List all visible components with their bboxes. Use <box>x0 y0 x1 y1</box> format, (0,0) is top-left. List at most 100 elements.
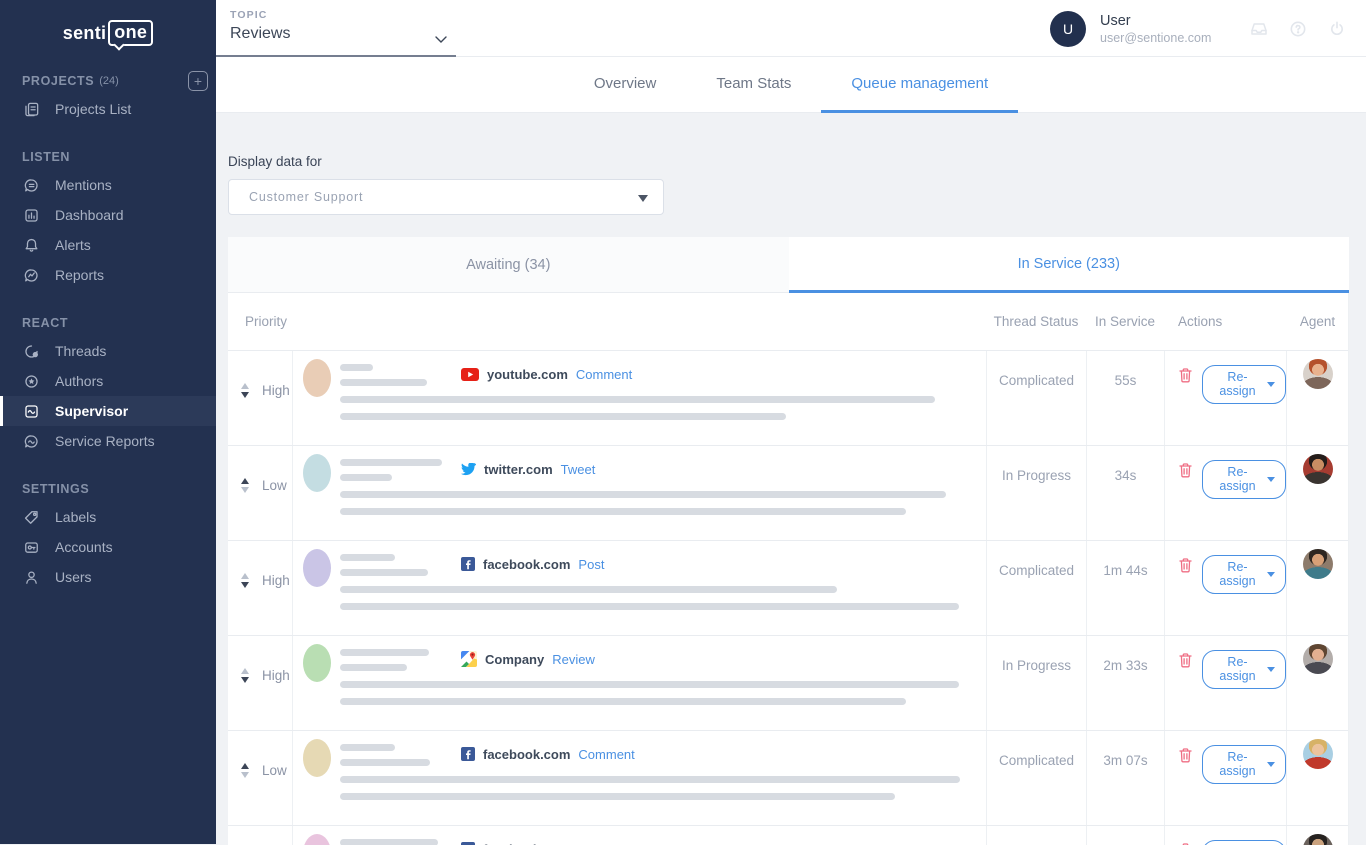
sidebar-item-label: Service Reports <box>55 433 155 449</box>
reassign-button[interactable]: Re-assign <box>1202 650 1286 689</box>
sidebar-item-accounts[interactable]: Accounts <box>0 532 216 562</box>
thread-status: In Progress <box>986 446 1086 540</box>
brand-logo-prefix: senti <box>63 23 107 44</box>
source-type-link[interactable]: Review <box>552 652 595 667</box>
user-block: U User user@sentione.com <box>1050 0 1366 57</box>
priority-up-icon[interactable] <box>241 668 249 674</box>
table-row: High youtube.com Comment <box>228 350 1348 445</box>
priority-arrows[interactable] <box>241 573 249 588</box>
reassign-label: Re-assign <box>1214 370 1261 398</box>
power-icon[interactable] <box>1328 20 1346 38</box>
projects-list-icon <box>23 101 40 118</box>
header-actions: Actions <box>1164 314 1286 329</box>
trash-icon <box>1178 367 1193 384</box>
sidebar-item-dashboard[interactable]: Dashboard <box>0 200 216 230</box>
tab-overview[interactable]: Overview <box>564 57 687 113</box>
priority-arrows[interactable] <box>241 668 249 683</box>
priority-up-icon[interactable] <box>241 478 249 484</box>
sidebar-item-label: Users <box>55 569 92 585</box>
tab-in-service[interactable]: In Service (233) <box>789 237 1350 293</box>
in-service-time <box>1086 826 1164 845</box>
priority-down-icon[interactable] <box>241 582 249 588</box>
topic-label: TOPIC <box>230 9 290 21</box>
tab-queue-management[interactable]: Queue management <box>821 57 1018 113</box>
sidebar-item-threads[interactable]: Threads <box>0 336 216 366</box>
section-label: SETTINGS <box>22 482 89 496</box>
table-row: Low twitter.com Tweet <box>228 445 1348 540</box>
reassign-button[interactable]: Re-assign <box>1202 840 1286 845</box>
team-select-value: Customer Support <box>249 190 363 204</box>
sidebar-section-react: REACT <box>0 316 216 330</box>
source-type-link[interactable]: Tweet <box>561 462 596 477</box>
tab-awaiting[interactable]: Awaiting (34) <box>228 237 789 293</box>
header-thread-status: Thread Status <box>986 314 1086 329</box>
sidebar-item-service-reports[interactable]: Service Reports <box>0 426 216 456</box>
source-type-link[interactable]: Post <box>578 842 604 845</box>
sidebar-item-alerts[interactable]: Alerts <box>0 230 216 260</box>
priority-up-icon[interactable] <box>241 383 249 389</box>
sidebar-item-reports[interactable]: Reports <box>0 260 216 290</box>
priority-arrows[interactable] <box>241 478 249 493</box>
priority-up-icon[interactable] <box>241 573 249 579</box>
brand-logo[interactable]: sentione <box>0 0 216 58</box>
team-select[interactable]: Customer Support <box>228 179 664 215</box>
agent-avatar <box>1303 644 1333 674</box>
sidebar-item-labels[interactable]: Labels <box>0 502 216 532</box>
priority-up-icon[interactable] <box>241 763 249 769</box>
delete-button[interactable] <box>1178 652 1193 672</box>
user-avatar[interactable]: U <box>1050 11 1086 47</box>
mentions-icon <box>23 177 40 194</box>
add-project-button[interactable]: + <box>188 71 208 91</box>
author-avatar <box>303 739 331 777</box>
delete-button[interactable] <box>1178 462 1193 482</box>
caret-down-icon <box>1267 667 1275 672</box>
user-email: user@sentione.com <box>1100 31 1250 45</box>
sidebar: sentione PROJECTS (24) + Projects List L… <box>0 0 216 844</box>
facebook-icon <box>461 557 475 571</box>
priority-down-icon[interactable] <box>241 487 249 493</box>
agent-avatar <box>1303 454 1333 484</box>
delete-button[interactable] <box>1178 367 1193 387</box>
sidebar-item-supervisor[interactable]: Supervisor <box>0 396 216 426</box>
reassign-button[interactable]: Re-assign <box>1202 555 1286 594</box>
priority-arrows[interactable] <box>241 763 249 778</box>
main-area: TOPIC Reviews U User user@sentione.com O… <box>216 0 1366 844</box>
content-placeholder <box>340 793 895 800</box>
section-label: PROJECTS <box>22 74 94 88</box>
sidebar-item-mentions[interactable]: Mentions <box>0 170 216 200</box>
sidebar-section-projects: PROJECTS (24) + <box>0 74 216 88</box>
reassign-button[interactable]: Re-assign <box>1202 365 1286 404</box>
caret-down-icon <box>1267 382 1275 387</box>
source-type-link[interactable]: Comment <box>576 367 632 382</box>
caret-down-icon <box>1267 477 1275 482</box>
sidebar-item-users[interactable]: Users <box>0 562 216 592</box>
help-icon[interactable] <box>1289 20 1307 38</box>
supervisor-icon <box>23 403 40 420</box>
priority-down-icon[interactable] <box>241 677 249 683</box>
dashboard-icon <box>23 207 40 224</box>
inbox-icon[interactable] <box>1250 20 1268 38</box>
source-type-link[interactable]: Post <box>578 557 604 572</box>
agent-avatar <box>1303 834 1333 845</box>
priority-down-icon[interactable] <box>241 772 249 778</box>
delete-button[interactable] <box>1178 557 1193 577</box>
reassign-button[interactable]: Re-assign <box>1202 745 1286 784</box>
queue-tabs: Awaiting (34) In Service (233) <box>228 237 1349 293</box>
priority-down-icon[interactable] <box>241 392 249 398</box>
content-placeholder <box>340 698 906 705</box>
topic-select[interactable]: TOPIC Reviews <box>230 9 290 43</box>
sidebar-item-authors[interactable]: Authors <box>0 366 216 396</box>
reassign-button[interactable]: Re-assign <box>1202 460 1286 499</box>
main-tabs: Overview Team Stats Queue management <box>216 57 1366 113</box>
priority-arrows[interactable] <box>241 383 249 398</box>
delete-button[interactable] <box>1178 747 1193 767</box>
chevron-down-icon[interactable] <box>435 36 447 43</box>
source-type-link[interactable]: Comment <box>578 747 634 762</box>
in-service-time: 3m 07s <box>1086 731 1164 825</box>
tab-team-stats[interactable]: Team Stats <box>686 57 821 113</box>
sidebar-item-projects-list[interactable]: Projects List <box>0 94 216 124</box>
author-name-placeholder <box>340 744 395 751</box>
author-avatar <box>303 834 331 845</box>
service-reports-icon <box>23 433 40 450</box>
header-priority: Priority <box>228 314 293 329</box>
